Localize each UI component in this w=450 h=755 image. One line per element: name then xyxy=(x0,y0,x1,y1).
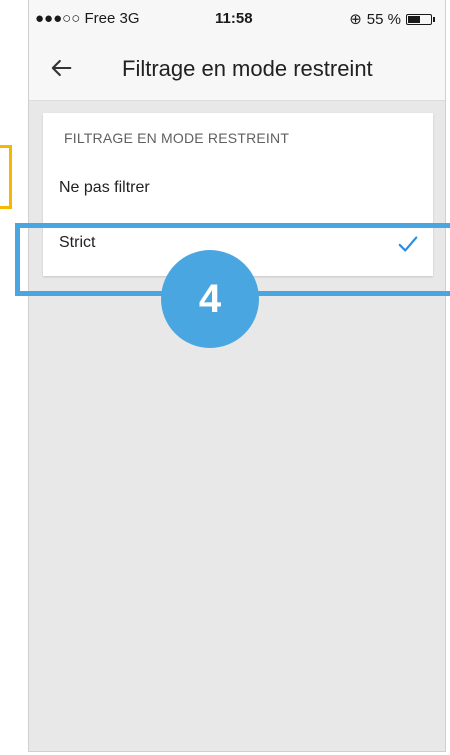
yellow-annotation-marker xyxy=(0,145,12,209)
status-right-group: ⊕ 55 % xyxy=(349,10,435,28)
carrier-signal: ●●●○○ Free 3G xyxy=(35,10,140,27)
page-title: Filtrage en mode restreint xyxy=(122,56,373,81)
arrow-left-icon[interactable] xyxy=(47,54,75,82)
battery-icon xyxy=(406,13,432,25)
option-no-filter[interactable]: Ne pas filtrer xyxy=(43,160,433,216)
status-bar: ●●●○○ Free 3G 11:58 ⊕ 55 % xyxy=(29,0,445,38)
step-number-badge: 4 xyxy=(161,250,259,348)
phone-screen: ●●●○○ Free 3G 11:58 ⊕ 55 % Filtrage en m… xyxy=(28,0,446,752)
section-header: FILTRAGE EN MODE RESTREINT xyxy=(64,130,290,146)
battery-tip xyxy=(433,16,435,22)
battery-percent: 55 % xyxy=(366,10,401,28)
app-bar: Filtrage en mode restreint xyxy=(29,38,445,101)
option-label: Ne pas filtrer xyxy=(59,179,150,196)
status-time: 11:58 xyxy=(215,10,253,27)
orientation-lock-icon: ⊕ xyxy=(349,11,362,28)
